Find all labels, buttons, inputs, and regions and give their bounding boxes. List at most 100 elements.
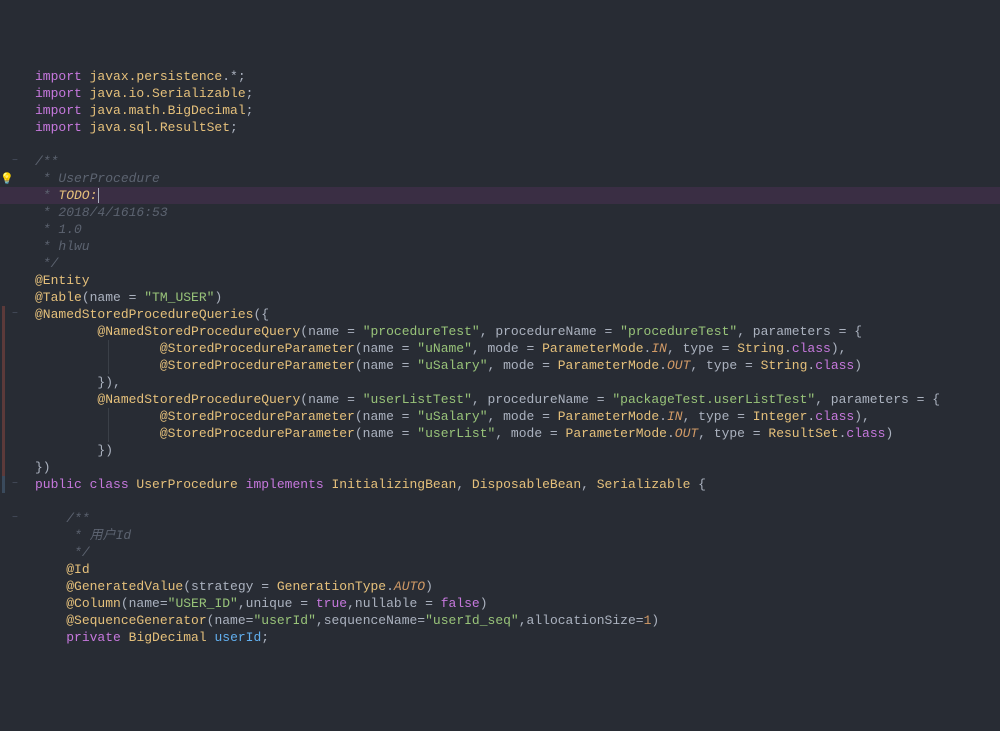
- fold-toggle: [10, 204, 20, 221]
- code-content[interactable]: public class UserProcedure implements In…: [20, 476, 1000, 493]
- code-content[interactable]: @StoredProcedureParameter(name = "uSalar…: [20, 357, 1000, 374]
- code-line[interactable]: import java.io.Serializable;: [0, 85, 1000, 102]
- code-content[interactable]: import java.math.BigDecimal;: [20, 102, 1000, 119]
- gutter: [0, 272, 10, 289]
- code-content[interactable]: @Id: [20, 561, 1000, 578]
- code-line[interactable]: @NamedStoredProcedureQuery(name = "userL…: [0, 391, 1000, 408]
- code-line[interactable]: @NamedStoredProcedureQuery(name = "proce…: [0, 323, 1000, 340]
- gutter: [0, 255, 10, 272]
- change-marker-modified: [2, 374, 5, 391]
- gutter: [0, 425, 10, 442]
- code-content[interactable]: @GeneratedValue(strategy = GenerationTyp…: [20, 578, 1000, 595]
- gutter: [0, 595, 10, 612]
- code-content[interactable]: @Table(name = "TM_USER"): [20, 289, 1000, 306]
- change-marker-modified: [2, 442, 5, 459]
- code-content[interactable]: import javax.persistence.*;: [20, 68, 1000, 85]
- code-line[interactable]: @StoredProcedureParameter(name = "uName"…: [0, 340, 1000, 357]
- code-content[interactable]: @StoredProcedureParameter(name = "uSalar…: [20, 408, 1000, 425]
- indent-guide: [108, 340, 109, 357]
- code-line[interactable]: }): [0, 459, 1000, 476]
- code-line[interactable]: 💡 * UserProcedure: [0, 170, 1000, 187]
- code-content[interactable]: */: [20, 255, 1000, 272]
- code-content[interactable]: @StoredProcedureParameter(name = "uName"…: [20, 340, 1000, 357]
- code-content[interactable]: * 2018/4/1616:53: [20, 204, 1000, 221]
- code-content[interactable]: /**: [20, 153, 1000, 170]
- code-content[interactable]: [20, 493, 1000, 510]
- gutter: [0, 221, 10, 238]
- code-content[interactable]: * UserProcedure: [20, 170, 1000, 187]
- code-line[interactable]: @Id: [0, 561, 1000, 578]
- code-line[interactable]: @Table(name = "TM_USER"): [0, 289, 1000, 306]
- code-line[interactable]: @Column(name="USER_ID",unique = true,nul…: [0, 595, 1000, 612]
- gutter: [0, 476, 10, 493]
- code-content[interactable]: import java.io.Serializable;: [20, 85, 1000, 102]
- gutter: [0, 374, 10, 391]
- code-content[interactable]: @NamedStoredProcedureQueries({: [20, 306, 1000, 323]
- gutter: [0, 578, 10, 595]
- code-content[interactable]: @Column(name="USER_ID",unique = true,nul…: [20, 595, 1000, 612]
- fold-toggle: [10, 544, 20, 561]
- code-line[interactable]: @StoredProcedureParameter(name = "userLi…: [0, 425, 1000, 442]
- change-marker-modified: [2, 306, 5, 323]
- code-line[interactable]: @GeneratedValue(strategy = GenerationTyp…: [0, 578, 1000, 595]
- code-content[interactable]: }): [20, 442, 1000, 459]
- code-line[interactable]: import javax.persistence.*;: [0, 68, 1000, 85]
- gutter: [0, 459, 10, 476]
- code-content[interactable]: }): [20, 459, 1000, 476]
- fold-toggle: [10, 255, 20, 272]
- gutter: [0, 136, 10, 153]
- code-line[interactable]: */: [0, 255, 1000, 272]
- code-line[interactable]: − /**: [0, 510, 1000, 527]
- code-content[interactable]: /**: [20, 510, 1000, 527]
- code-content[interactable]: * 用户Id: [20, 527, 1000, 544]
- code-content[interactable]: */: [20, 544, 1000, 561]
- fold-toggle: [10, 527, 20, 544]
- code-content[interactable]: @SequenceGenerator(name="userId",sequenc…: [20, 612, 1000, 629]
- code-content[interactable]: [20, 136, 1000, 153]
- code-line[interactable]: @StoredProcedureParameter(name = "uSalar…: [0, 357, 1000, 374]
- code-content[interactable]: @Entity: [20, 272, 1000, 289]
- fold-toggle: [10, 289, 20, 306]
- code-line[interactable]: private BigDecimal userId;: [0, 629, 1000, 646]
- code-content[interactable]: * 1.0: [20, 221, 1000, 238]
- fold-toggle: [10, 136, 20, 153]
- fold-toggle[interactable]: −: [10, 476, 20, 493]
- code-line[interactable]: }),: [0, 374, 1000, 391]
- code-line[interactable]: * 1.0: [0, 221, 1000, 238]
- fold-toggle: [10, 374, 20, 391]
- code-line[interactable]: * hlwu: [0, 238, 1000, 255]
- code-line[interactable]: import java.sql.ResultSet;: [0, 119, 1000, 136]
- code-line[interactable]: −@NamedStoredProcedureQueries({: [0, 306, 1000, 323]
- code-line[interactable]: −/**: [0, 153, 1000, 170]
- code-line[interactable]: @SequenceGenerator(name="userId",sequenc…: [0, 612, 1000, 629]
- fold-toggle[interactable]: −: [10, 153, 20, 170]
- code-line[interactable]: @StoredProcedureParameter(name = "uSalar…: [0, 408, 1000, 425]
- gutter: [0, 510, 10, 527]
- code-line[interactable]: * 用户Id: [0, 527, 1000, 544]
- gutter: [0, 442, 10, 459]
- fold-toggle: [10, 425, 20, 442]
- code-content[interactable]: @NamedStoredProcedureQuery(name = "userL…: [20, 391, 1000, 408]
- code-line[interactable]: [0, 136, 1000, 153]
- code-line[interactable]: * 2018/4/1616:53: [0, 204, 1000, 221]
- code-line[interactable]: −public class UserProcedure implements I…: [0, 476, 1000, 493]
- code-content[interactable]: @NamedStoredProcedureQuery(name = "proce…: [20, 323, 1000, 340]
- code-content[interactable]: * TODO:: [20, 187, 1000, 204]
- code-content[interactable]: }),: [20, 374, 1000, 391]
- fold-toggle[interactable]: −: [10, 306, 20, 323]
- code-line[interactable]: }): [0, 442, 1000, 459]
- change-marker-modified: [2, 340, 5, 357]
- gutter: [0, 187, 10, 204]
- code-content[interactable]: private BigDecimal userId;: [20, 629, 1000, 646]
- code-line[interactable]: @Entity: [0, 272, 1000, 289]
- code-content[interactable]: @StoredProcedureParameter(name = "userLi…: [20, 425, 1000, 442]
- code-line[interactable]: * TODO:: [0, 187, 1000, 204]
- fold-toggle[interactable]: −: [10, 510, 20, 527]
- code-line[interactable]: import java.math.BigDecimal;: [0, 102, 1000, 119]
- code-line[interactable]: [0, 493, 1000, 510]
- code-line[interactable]: */: [0, 544, 1000, 561]
- gutter: [0, 102, 10, 119]
- code-editor[interactable]: import javax.persistence.*;import java.i…: [0, 68, 1000, 646]
- code-content[interactable]: * hlwu: [20, 238, 1000, 255]
- code-content[interactable]: import java.sql.ResultSet;: [20, 119, 1000, 136]
